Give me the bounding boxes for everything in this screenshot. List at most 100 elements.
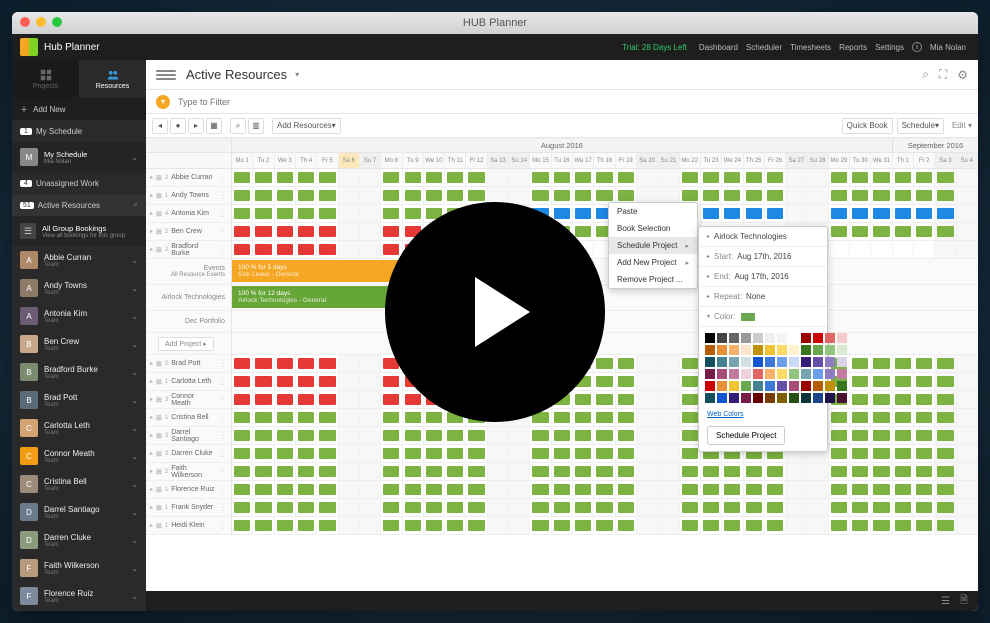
footer-doc-icon[interactable]: 🗎 [960,593,968,610]
grid-cell[interactable] [339,223,360,240]
grid-cell[interactable] [317,205,338,222]
grid-cell[interactable] [403,391,424,408]
booking-block[interactable] [447,172,463,183]
booking-block[interactable] [298,502,314,513]
booking-block[interactable] [234,484,250,495]
nav-next-icon[interactable]: ▸ [188,118,204,134]
grid-cell[interactable] [935,169,956,186]
color-swatch[interactable] [789,381,799,391]
booking-block[interactable] [895,430,911,441]
color-swatch[interactable] [705,345,715,355]
grid-cell[interactable] [850,241,871,258]
booking-block[interactable] [703,208,719,219]
grid-cell[interactable] [871,205,892,222]
grid-cell[interactable] [488,169,509,186]
booking-block[interactable] [852,520,868,531]
color-swatch[interactable] [765,357,775,367]
resource-name-cell[interactable]: ▸⊞1Heidi Klein⋮ [146,517,232,534]
sidebar-person[interactable]: AAndy TownsTeam⌄ [12,274,146,302]
grid-cell[interactable] [232,427,253,444]
submenu-color[interactable]: ▾Color: [699,307,827,327]
sidebar-person[interactable]: AAbbie CurranTeam⌄ [12,246,146,274]
grid-cell[interactable] [765,481,786,498]
grid-cell[interactable] [296,427,317,444]
grid-cell[interactable] [914,481,935,498]
booking-block[interactable] [554,430,570,441]
grid-cell[interactable] [914,445,935,462]
booking-block[interactable] [405,502,421,513]
sidebar-tab-projects[interactable]: Projects [12,60,79,98]
grid-cell[interactable] [296,241,317,258]
grid-cell[interactable] [701,499,722,516]
context-menu-item[interactable]: Add New Project▸ [609,254,697,271]
grid-cell[interactable] [232,391,253,408]
grid-cell[interactable] [296,463,317,480]
grid-cell[interactable] [616,355,637,372]
grid-cell[interactable] [275,481,296,498]
grid-cell[interactable] [530,169,551,186]
booking-block[interactable] [746,190,762,201]
booking-block[interactable] [319,502,335,513]
grid-cell[interactable] [275,499,296,516]
booking-block[interactable] [298,190,314,201]
grid-cell[interactable] [637,481,658,498]
grid-cell[interactable] [829,517,850,534]
grid-cell[interactable] [765,169,786,186]
booking-block[interactable] [405,208,421,219]
grid-cell[interactable] [360,499,381,516]
grid-cell[interactable] [637,463,658,480]
booking-block[interactable] [852,226,868,237]
grid-cell[interactable] [658,373,679,390]
grid-cell[interactable] [850,223,871,240]
color-swatch[interactable] [729,345,739,355]
booking-block[interactable] [277,394,293,405]
booking-block[interactable] [596,502,612,513]
color-swatch[interactable] [717,393,727,403]
grid-cell[interactable] [658,499,679,516]
grid-cell[interactable] [850,427,871,444]
grid-cell[interactable] [339,427,360,444]
booking-block[interactable] [468,520,484,531]
booking-block[interactable] [873,502,889,513]
grid-cell[interactable] [807,205,828,222]
grid-cell[interactable] [275,445,296,462]
booking-block[interactable] [255,244,271,255]
grid-cell[interactable] [914,409,935,426]
booking-block[interactable] [405,172,421,183]
color-swatch[interactable] [813,333,823,343]
booking-block[interactable] [468,448,484,459]
booking-block[interactable] [618,376,634,387]
booking-block[interactable] [852,466,868,477]
grid-cell[interactable] [530,517,551,534]
booking-block[interactable] [447,190,463,201]
grid-cell[interactable] [253,481,274,498]
grid-cell[interactable] [381,205,402,222]
grid-cell[interactable] [253,445,274,462]
booking-block[interactable] [277,466,293,477]
booking-block[interactable] [596,190,612,201]
color-swatch[interactable] [813,393,823,403]
grid-cell[interactable] [850,409,871,426]
grid-cell[interactable] [573,481,594,498]
booking-block[interactable] [852,394,868,405]
grid-cell[interactable] [616,427,637,444]
grid-cell[interactable] [957,481,978,498]
grid-cell[interactable] [232,205,253,222]
grid-cell[interactable] [339,517,360,534]
footer-list-icon[interactable]: ☰ [941,596,950,607]
booking-block[interactable] [532,520,548,531]
booking-block[interactable] [405,430,421,441]
booking-block[interactable] [937,190,953,201]
resource-name-cell[interactable]: ▸⊞1Andy Towns⋮ [146,187,232,204]
grid-cell[interactable] [317,427,338,444]
color-swatch[interactable] [777,393,787,403]
grid-cell[interactable] [317,223,338,240]
grid-cell[interactable] [829,187,850,204]
color-swatch[interactable] [765,369,775,379]
grid-cell[interactable] [829,481,850,498]
grid-cell[interactable] [871,169,892,186]
booking-block[interactable] [596,520,612,531]
booking-block[interactable] [618,190,634,201]
booking-block[interactable] [852,484,868,495]
booking-block[interactable] [298,208,314,219]
